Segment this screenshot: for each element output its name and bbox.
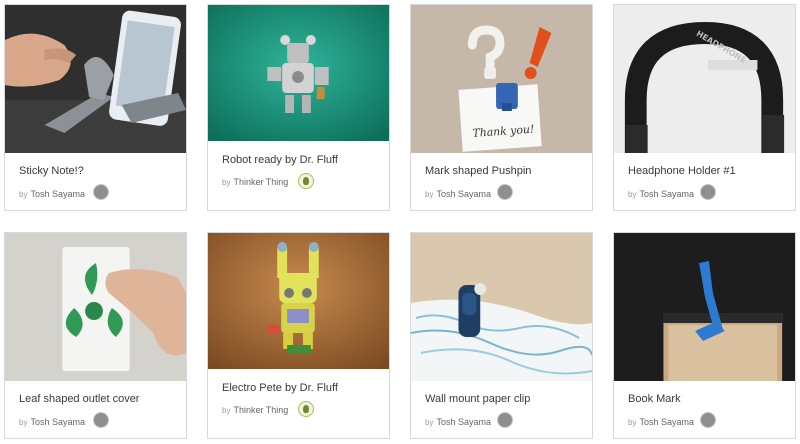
thing-byline: by Tosh Sayama [628, 189, 694, 199]
thing-card[interactable]: Sticky Note!? by Tosh Sayama [4, 4, 187, 211]
thing-byline: by Tosh Sayama [19, 417, 85, 427]
thing-card[interactable]: Book Mark by Tosh Sayama [613, 232, 796, 439]
thing-card[interactable]: Thank you! Mark shaped Pushpin by Tosh S… [410, 4, 593, 211]
author-avatar[interactable] [497, 412, 513, 428]
thing-byline: by Tosh Sayama [425, 189, 491, 199]
thing-byline: by Thinker Thing [222, 405, 288, 415]
leaf-outlet-photo [5, 233, 186, 381]
author-link[interactable]: Tosh Sayama [639, 417, 694, 427]
thing-thumbnail[interactable] [5, 233, 186, 381]
thing-card[interactable]: HEADPHONE Headphone Holder #1 by Tosh Sa… [613, 4, 796, 211]
by-label: by [628, 189, 637, 199]
robot-figure-photo [208, 5, 389, 141]
author-avatar[interactable] [93, 412, 109, 428]
thing-card[interactable]: Electro Pete by Dr. Fluff by Thinker Thi… [207, 232, 390, 439]
thing-thumbnail[interactable] [614, 233, 795, 381]
author-avatar[interactable] [700, 184, 716, 200]
thing-byline: by Thinker Thing [222, 177, 288, 187]
thing-title[interactable]: Headphone Holder #1 [628, 165, 736, 177]
thing-thumbnail[interactable]: HEADPHONE [614, 5, 795, 153]
by-label: by [19, 417, 28, 427]
thing-title[interactable]: Wall mount paper clip [425, 393, 530, 405]
author-avatar[interactable] [298, 173, 314, 189]
by-label: by [222, 405, 231, 415]
author-avatar[interactable] [93, 184, 109, 200]
thing-card[interactable]: Wall mount paper clip by Tosh Sayama [410, 232, 593, 439]
by-label: by [222, 177, 231, 187]
thing-thumbnail[interactable] [208, 233, 389, 369]
thing-title[interactable]: Robot ready by Dr. Fluff [222, 154, 338, 166]
by-label: by [628, 417, 637, 427]
thing-thumbnail[interactable] [208, 5, 389, 141]
phone-stand-photo [5, 5, 186, 153]
thing-byline: by Tosh Sayama [19, 189, 85, 199]
pushpin-photo: Thank you! [411, 5, 592, 153]
thing-title[interactable]: Mark shaped Pushpin [425, 165, 531, 177]
bookmark-photo [614, 233, 795, 381]
author-link[interactable]: Tosh Sayama [639, 189, 694, 199]
author-link[interactable]: Tosh Sayama [436, 189, 491, 199]
thing-title[interactable]: Leaf shaped outlet cover [19, 393, 139, 405]
author-avatar[interactable] [700, 412, 716, 428]
thing-byline: by Tosh Sayama [425, 417, 491, 427]
by-label: by [425, 417, 434, 427]
author-avatar[interactable] [298, 401, 314, 417]
author-link[interactable]: Tosh Sayama [436, 417, 491, 427]
author-link[interactable]: Tosh Sayama [30, 417, 85, 427]
thing-thumbnail[interactable] [411, 233, 592, 381]
electro-pete-photo [208, 233, 389, 369]
thing-thumbnail[interactable] [5, 5, 186, 153]
author-link[interactable]: Thinker Thing [233, 405, 288, 415]
by-label: by [425, 189, 434, 199]
thing-title[interactable]: Book Mark [628, 393, 681, 405]
thing-card[interactable]: Robot ready by Dr. Fluff by Thinker Thin… [207, 4, 390, 211]
thing-title[interactable]: Sticky Note!? [19, 165, 84, 177]
thing-card[interactable]: Leaf shaped outlet cover by Tosh Sayama [4, 232, 187, 439]
headphone-holder-photo: HEADPHONE [614, 5, 795, 153]
author-link[interactable]: Tosh Sayama [30, 189, 85, 199]
by-label: by [19, 189, 28, 199]
thing-thumbnail[interactable]: Thank you! [411, 5, 592, 153]
author-avatar[interactable] [497, 184, 513, 200]
thing-byline: by Tosh Sayama [628, 417, 694, 427]
paper-clip-photo [411, 233, 592, 381]
thing-title[interactable]: Electro Pete by Dr. Fluff [222, 382, 338, 394]
author-link[interactable]: Thinker Thing [233, 177, 288, 187]
